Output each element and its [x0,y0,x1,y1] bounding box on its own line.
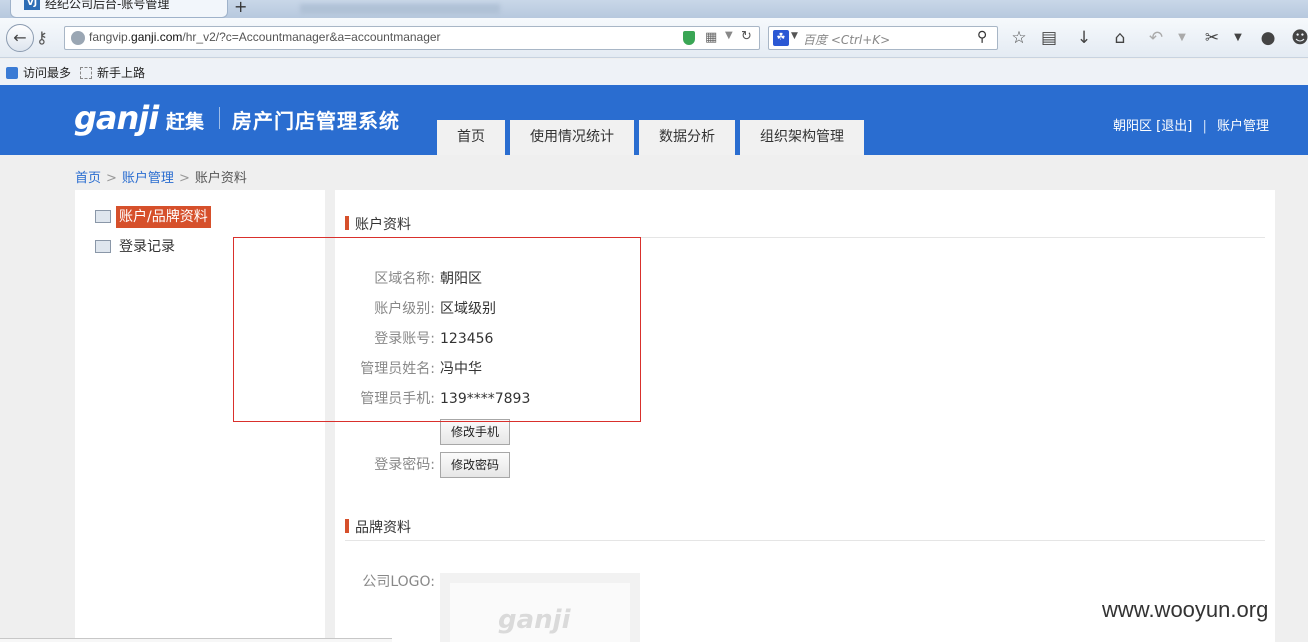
undo-icon[interactable]: ↶ [1144,26,1168,50]
breadcrumb-current: 账户资料 [194,171,247,186]
status-bar [0,638,392,642]
system-title: 房产门店管理系统 [232,109,400,133]
url-text[interactable]: fangvip.ganji.com/hr_v2/?c=Accountmanage… [89,30,441,44]
account-section-header: 账户资料 [345,198,1265,238]
nav-tab-usage-stats[interactable]: 使用情况统计 [510,120,634,155]
key-icon[interactable]: ⚷ [36,28,48,47]
change-password-button[interactable]: 修改密码 [440,452,511,478]
breadcrumb: 首页 > 账户管理 > 账户资料 [75,167,247,186]
change-phone-button[interactable]: 修改手机 [440,419,511,445]
nav-tab-org-structure[interactable]: 组织架构管理 [740,120,864,155]
user-icon[interactable]: ☻ [1288,26,1308,50]
bookmark-most-visited[interactable]: 访问最多 [6,64,71,81]
search-engine-dropdown-icon[interactable]: ▼ [791,31,798,41]
crop-icon[interactable]: ✂ [1200,26,1224,50]
download-icon[interactable]: ↓ [1072,26,1096,50]
search-bar[interactable]: ☘ ▼ 百度 <Ctrl+K> ⚲ [768,26,998,50]
site-favicon-icon: VJ [24,0,40,10]
undo-dropdown-icon[interactable]: ▼ [1170,26,1194,50]
address-bar[interactable]: fangvip.ganji.com/hr_v2/?c=Accountmanage… [64,26,760,50]
home-icon[interactable]: ⌂ [1108,26,1132,50]
bookmark-getting-started[interactable]: 新手上路 [80,64,145,81]
sidebar-item-label: 账户/品牌资料 [116,206,211,228]
chevron-down-icon[interactable]: ▼ [725,30,733,41]
account-manage-link[interactable]: 账户管理 [1217,119,1269,134]
section-title: 品牌资料 [355,520,411,536]
chat-icon[interactable]: ● [1256,26,1280,50]
shield-icon[interactable] [683,31,695,45]
logo-placeholder: ganji [498,605,571,635]
search-placeholder[interactable]: 百度 <Ctrl+K> [803,31,890,48]
bookmarks-bar: 访问最多 新手上路 [0,59,1308,85]
ganji-logo[interactable]: ganji [74,99,159,137]
ganji-logo-cn[interactable]: 赶集 [166,107,204,134]
chevron-right-icon: > [178,171,190,186]
field-label: 公司LOGO: [362,574,435,590]
login-icon [95,240,111,253]
crop-dropdown-icon[interactable]: ▼ [1226,26,1250,50]
user-area: 朝阳区 [1113,119,1153,134]
tab-title: 经纪公司后台-账号管理 [45,0,170,11]
logout-link[interactable]: [退出] [1156,119,1192,134]
section-marker [345,519,349,533]
baidu-paw-icon[interactable]: ☘ [773,30,789,46]
blurred-tab [300,4,500,14]
browser-tab-bar: VJ 经纪公司后台-账号管理 + [0,0,1308,18]
globe-icon [71,31,85,45]
field-label: 登录密码: [374,457,435,473]
breadcrumb-home[interactable]: 首页 [75,171,101,186]
section-title: 账户资料 [355,217,411,233]
company-logo-image: ganji [450,583,630,642]
qr-code-icon[interactable]: ▦ [705,30,717,45]
bookmark-icon [80,67,92,79]
browser-tab[interactable]: VJ 经纪公司后台-账号管理 [10,0,228,18]
new-tab-button[interactable]: + [234,0,247,16]
nav-tab-data-analysis[interactable]: 数据分析 [639,120,735,155]
bookmark-icon [6,67,18,79]
nav-tab-home[interactable]: 首页 [437,120,505,155]
back-button[interactable]: ← [6,24,34,52]
brand-section-header: 品牌资料 [345,501,1265,541]
search-icon[interactable]: ⚲ [977,29,987,45]
user-links: 朝阳区 [退出] | 账户管理 [1113,115,1269,134]
site-header: ganji 赶集 房产门店管理系统 首页 使用情况统计 数据分析 组织架构管理 … [0,85,1308,155]
id-card-icon [95,210,111,223]
reload-icon[interactable]: ↻ [741,29,752,44]
chevron-right-icon: > [106,171,117,186]
browser-nav-bar: ← ⚷ fangvip.ganji.com/hr_v2/?c=Accountma… [0,18,1308,58]
highlight-annotation-box [233,237,641,422]
section-marker [345,216,349,230]
star-icon[interactable]: ☆ [1007,26,1031,50]
separator: | [1202,119,1207,134]
company-logo-frame: ganji [440,573,640,642]
watermark: www.wooyun.org [1102,597,1269,622]
sidebar-item-label: 登录记录 [119,239,175,255]
logo-divider [219,107,220,129]
breadcrumb-account-manage[interactable]: 账户管理 [122,171,174,186]
reading-list-icon[interactable]: ▤ [1037,26,1061,50]
